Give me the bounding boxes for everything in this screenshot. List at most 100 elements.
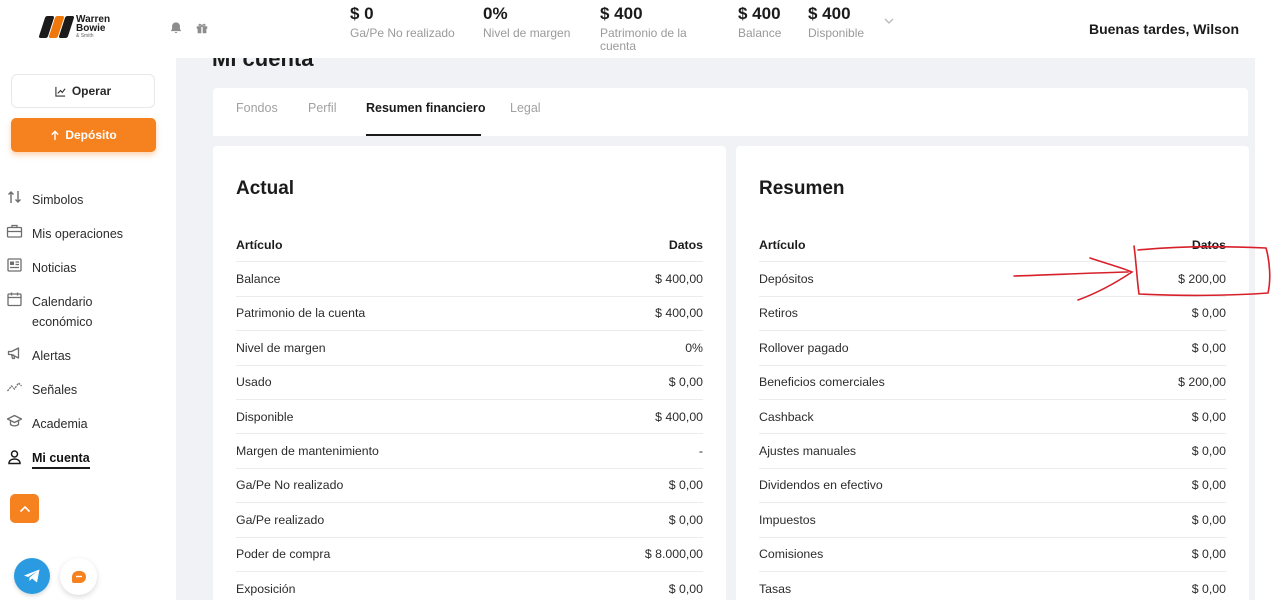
table-row: Impuestos $ 0,00: [759, 503, 1226, 538]
row-label: Ajustes manuales: [759, 444, 857, 459]
stat-unrealized-pl: $ 0 Ga/Pe No realizado: [350, 4, 455, 40]
table-row: Cashback $ 0,00: [759, 400, 1226, 435]
stat-label: Ga/Pe No realizado: [350, 26, 455, 40]
table-header: Artículo Datos: [236, 228, 703, 263]
row-label: Nivel de margen: [236, 340, 326, 355]
row-value: $ 0,00: [1191, 478, 1226, 493]
col-articulo: Artículo: [759, 237, 806, 252]
row-label: Comisiones: [759, 547, 824, 562]
row-label: Balance: [236, 272, 281, 287]
row-label: Ga/Pe realizado: [236, 512, 325, 527]
deposito-label: Depósito: [65, 128, 117, 142]
row-value: $ 0,00: [668, 375, 703, 390]
sidebar-item-label: Mis operaciones: [32, 227, 124, 241]
table-row: Usado $ 0,00: [236, 366, 703, 400]
table-row: Depósitos $ 200,00: [759, 262, 1226, 297]
sidebar-item-label: Noticias: [32, 261, 77, 275]
arrows-updown-icon: [8, 191, 21, 203]
table-row: Ga/Pe No realizado $ 0,00: [236, 469, 703, 504]
telegram-button[interactable]: [14, 558, 50, 594]
operar-button[interactable]: Operar: [11, 74, 155, 108]
table-row: Patrimonio de la cuenta $ 400,00: [236, 297, 703, 332]
top-bar: Warren Bowie & Smith $ 0 Ga/Pe No realiz…: [0, 0, 1272, 58]
main-content: Mi cuenta Fondos Perfil Resumen financie…: [176, 58, 1255, 600]
row-value: $ 400,00: [655, 272, 703, 287]
user-icon: [8, 450, 21, 465]
sidebar-item-alertas[interactable]: Alertas: [6, 346, 71, 366]
stat-value: $ 400: [738, 4, 781, 23]
logo-wordmark: Warren Bowie & Smith: [76, 15, 110, 40]
tab-fondos[interactable]: Fondos: [236, 101, 278, 115]
sidebar-item-label: Alertas: [32, 349, 71, 363]
table-row: Dividendos en efectivo $ 0,00: [759, 469, 1226, 504]
row-label: Ga/Pe No realizado: [236, 478, 344, 493]
stat-label: Disponible: [808, 26, 865, 40]
signal-chart-icon: [6, 381, 22, 392]
stat-value: $ 400: [808, 4, 851, 23]
row-value: $ 400,00: [655, 409, 703, 424]
row-value: -: [698, 444, 703, 459]
row-label: Usado: [236, 375, 272, 390]
table-row: Comisiones $ 0,00: [759, 538, 1226, 572]
stat-value: 0%: [483, 4, 508, 23]
sidebar: Operar Depósito Simbolos Mis operaciones…: [0, 58, 176, 600]
megaphone-icon: [7, 347, 20, 360]
table-header: Artículo Datos: [759, 228, 1226, 263]
col-articulo: Artículo: [236, 237, 283, 252]
table-row: Nivel de margen 0%: [236, 331, 703, 366]
row-value: $ 0,00: [1191, 512, 1226, 527]
table-row: Retiros $ 0,00: [759, 297, 1226, 332]
sidebar-item-noticias[interactable]: Noticias: [6, 258, 76, 278]
chevron-down-icon[interactable]: [883, 15, 895, 27]
sidebar-item-label: Mi cuenta: [32, 450, 90, 469]
stat-label: Balance: [738, 26, 782, 40]
gift-icon[interactable]: [195, 21, 209, 35]
active-tab-indicator: [366, 134, 481, 136]
stat-balance: $ 400 Balance: [738, 4, 781, 40]
brand-logo[interactable]: Warren Bowie & Smith: [38, 14, 110, 40]
row-value: 0%: [685, 340, 703, 355]
stat-value: $ 400: [600, 4, 643, 23]
resumen-table: Artículo Datos Depósitos $ 200,00 Retiros…: [759, 228, 1226, 600]
chat-bubble-icon: [71, 570, 86, 583]
sidebar-item-senales[interactable]: Señales: [6, 380, 77, 400]
row-label: Tasas: [759, 581, 792, 596]
telegram-icon: [24, 569, 40, 583]
row-value: $ 0,00: [1191, 340, 1226, 355]
sidebar-item-calendario[interactable]: Calendario económico: [6, 292, 116, 332]
scroll-top-button[interactable]: [10, 494, 39, 523]
tab-legal[interactable]: Legal: [510, 101, 541, 115]
row-label: Beneficios comerciales: [759, 375, 885, 390]
row-value: $ 0,00: [1191, 306, 1226, 321]
table-row: Exposición $ 0,00: [236, 572, 703, 600]
table-row: Ga/Pe realizado $ 0,00: [236, 503, 703, 538]
sidebar-item-academia[interactable]: Academia: [6, 414, 88, 434]
tab-resumen-financiero[interactable]: Resumen financiero: [366, 101, 485, 115]
page-title: Mi cuenta: [212, 58, 314, 71]
row-value: $ 200,00: [1178, 272, 1226, 287]
greeting-text: Buenas tardes, Wilson: [1088, 21, 1239, 37]
table-row: Disponible $ 400,00: [236, 400, 703, 435]
bell-icon[interactable]: [169, 21, 183, 35]
row-value: $ 0,00: [668, 478, 703, 493]
row-label: Poder de compra: [236, 547, 331, 562]
row-value: $ 0,00: [1191, 581, 1226, 596]
stat-label: Nivel de margen: [483, 26, 571, 40]
row-label: Cashback: [759, 409, 814, 424]
row-value: $ 0,00: [668, 512, 703, 527]
sidebar-item-mis-operaciones[interactable]: Mis operaciones: [6, 224, 123, 244]
sidebar-item-mi-cuenta[interactable]: Mi cuenta: [6, 450, 90, 469]
calendar-icon: [7, 292, 22, 307]
actual-title: Actual: [236, 178, 295, 199]
stat-equity: $ 400 Patrimonio de la cuenta: [600, 4, 710, 53]
sidebar-item-simbolos[interactable]: Simbolos: [6, 190, 83, 210]
table-row: Rollover pagado $ 0,00: [759, 331, 1226, 366]
col-datos: Datos: [1191, 237, 1226, 252]
deposito-button[interactable]: Depósito: [11, 118, 156, 152]
chat-button[interactable]: [60, 558, 97, 595]
operar-label: Operar: [71, 84, 112, 98]
account-tabs: Fondos Perfil Resumen financiero Legal: [213, 88, 1248, 136]
sidebar-item-label: Academia: [32, 417, 88, 431]
row-value: $ 400,00: [655, 306, 703, 321]
tab-perfil[interactable]: Perfil: [308, 101, 336, 115]
